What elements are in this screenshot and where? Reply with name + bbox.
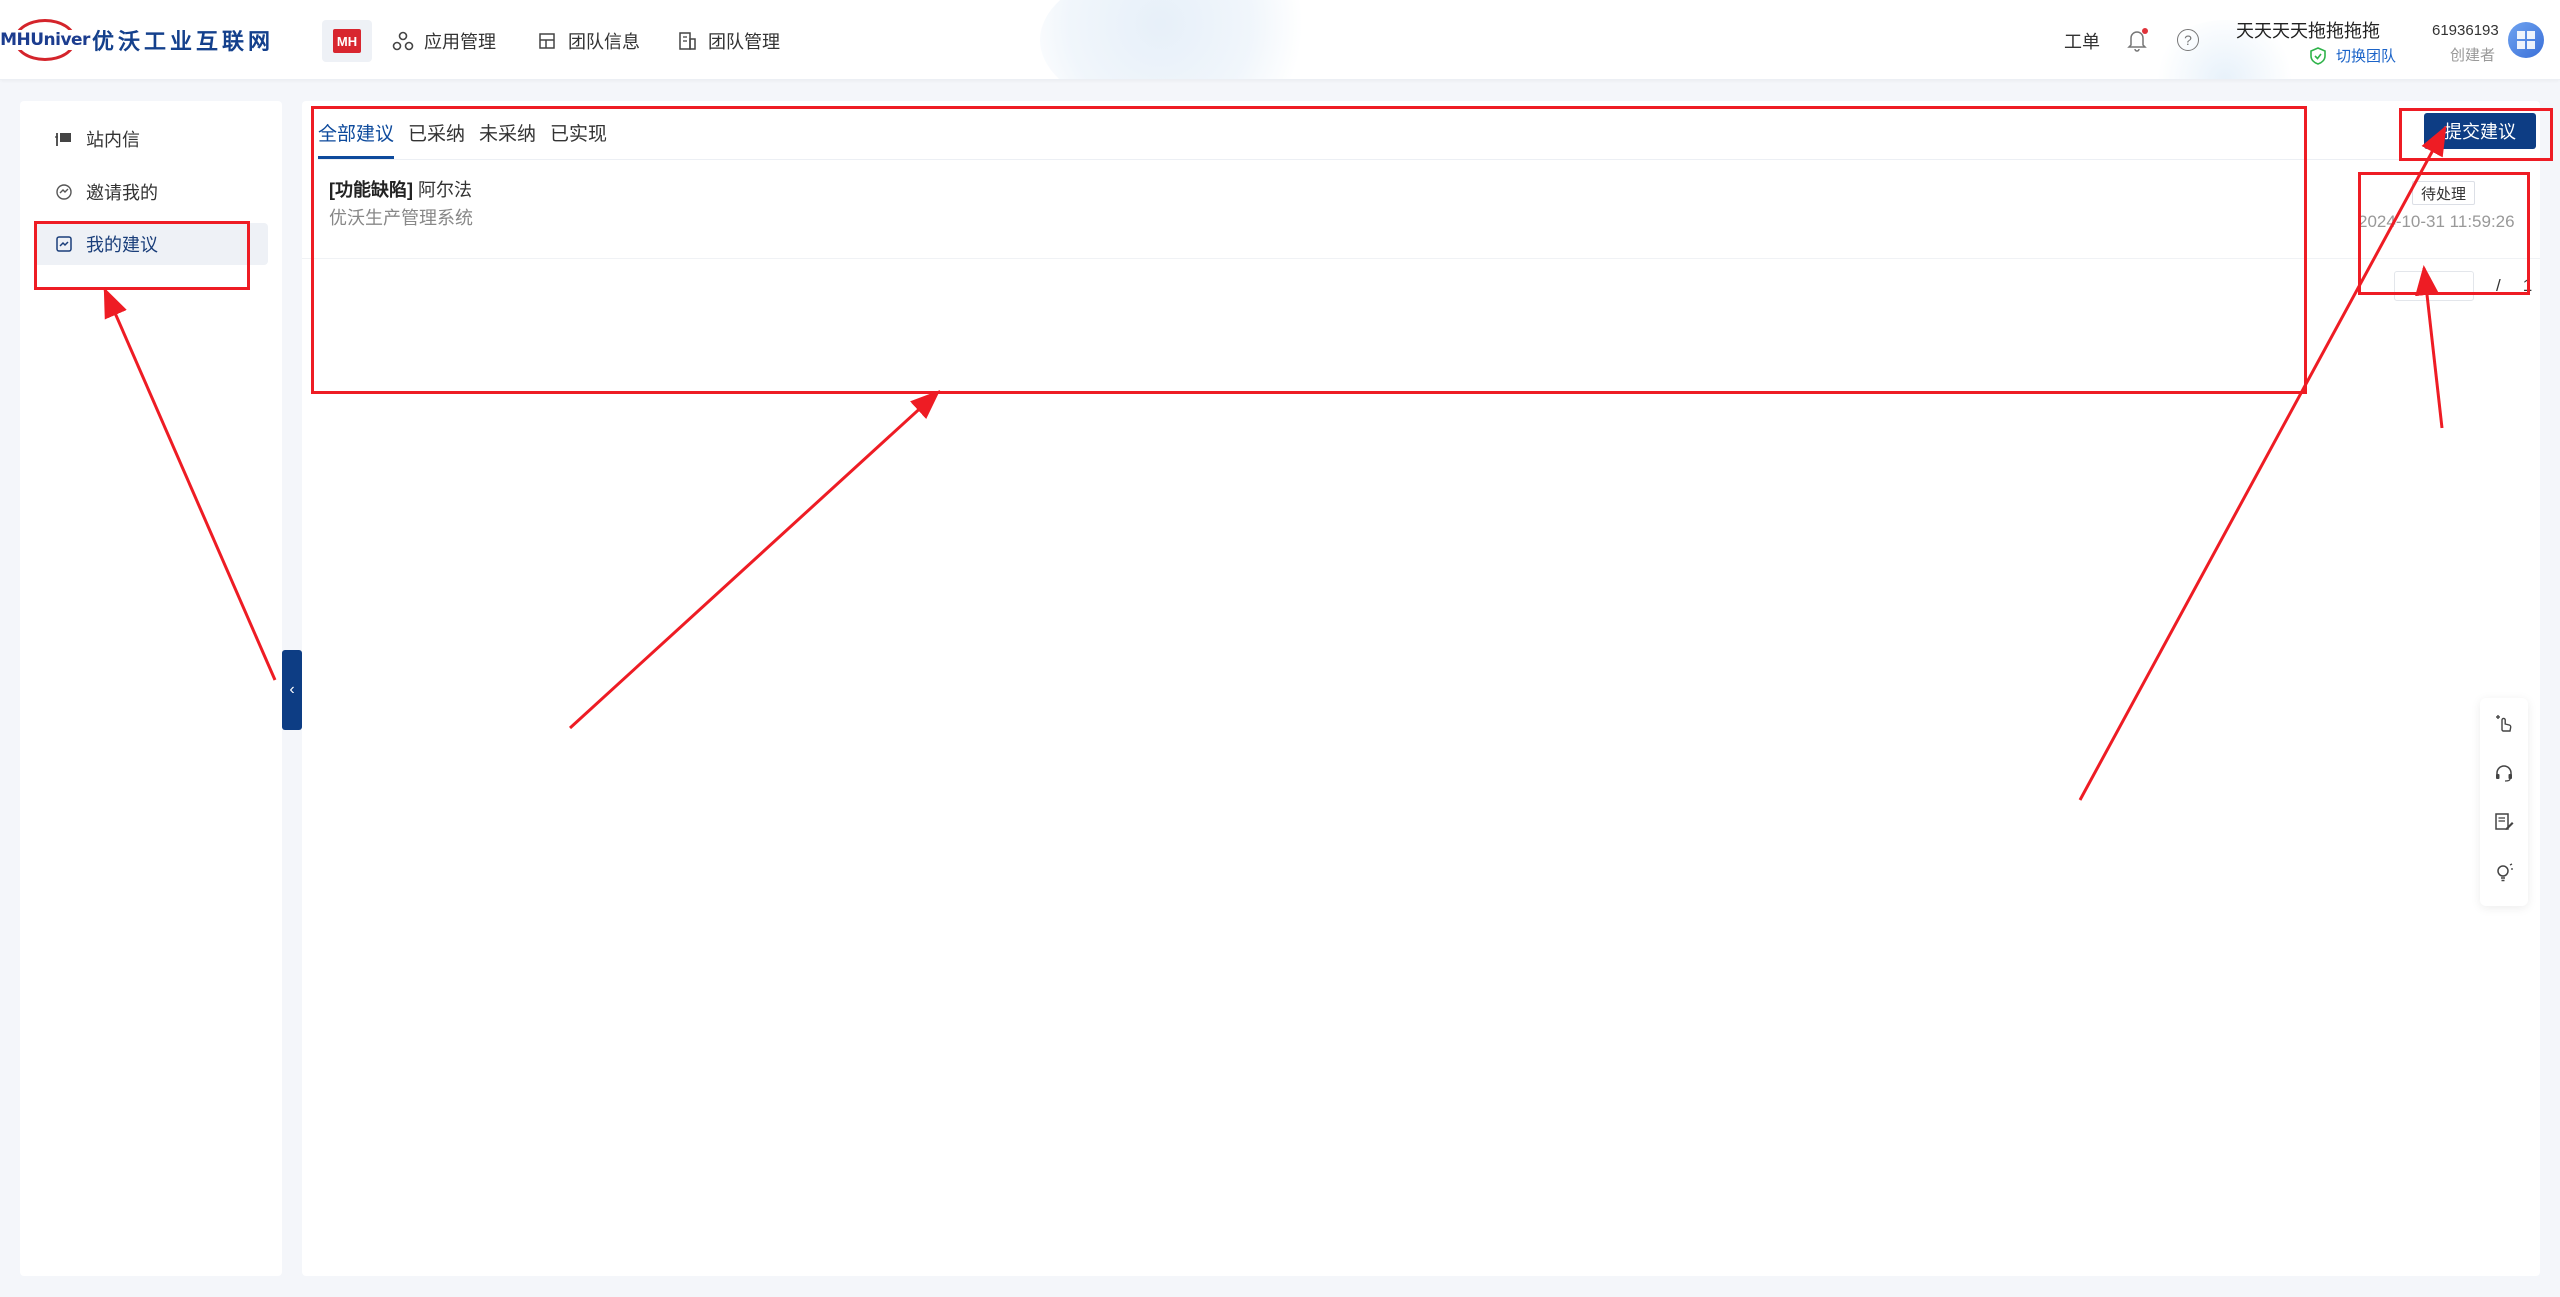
headset-icon[interactable]: [2488, 758, 2520, 789]
sidebar-collapse-button[interactable]: ‹: [282, 650, 302, 730]
sidebar: 站内信 邀请我的 我的建议: [20, 101, 282, 1276]
submit-suggestion-button[interactable]: 提交建议: [2424, 113, 2536, 149]
building-icon: [676, 30, 698, 52]
help-icon[interactable]: ?: [2177, 29, 2199, 51]
page-input[interactable]: 1: [2394, 271, 2474, 301]
nav-app-management-label: 应用管理: [424, 32, 496, 52]
tab-all-suggestions[interactable]: 全部建议: [318, 115, 395, 159]
apps-icon: [392, 30, 414, 52]
user-id: 61936193: [2432, 22, 2499, 39]
invite-icon: [54, 182, 74, 202]
tabs-divider: [318, 159, 2508, 160]
suggestion-icon: [54, 234, 74, 254]
nav-team-info[interactable]: 团队信息: [536, 26, 640, 56]
sidebar-item-messages[interactable]: 站内信: [34, 118, 268, 160]
tab-adopted[interactable]: 已采纳: [408, 115, 465, 159]
logo[interactable]: MHUniver 优沃工业互联网: [0, 18, 275, 62]
team-info-icon: [536, 30, 558, 52]
pagination: 1 / 1: [2394, 271, 2532, 301]
suggestion-tag: [功能缺陷]: [329, 180, 413, 200]
header-decoration: [1040, 0, 1340, 79]
touch-icon[interactable]: [2488, 708, 2520, 739]
logo-text: MHUniver: [0, 30, 92, 50]
team-name: 天天天天拖拖拖拖: [2236, 21, 2380, 41]
sidebar-item-my-suggestions-label: 我的建议: [86, 235, 158, 255]
notification-bell-icon[interactable]: [2126, 28, 2148, 52]
page-separator: /: [2496, 276, 2501, 295]
work-order-link[interactable]: 工单: [2064, 28, 2100, 54]
switch-team-label: 切换团队: [2336, 48, 2397, 65]
status-badge: 待处理: [2412, 181, 2476, 205]
avatar-grid-icon: [2517, 31, 2535, 49]
suggestion-system: 优沃生产管理系统: [329, 208, 473, 228]
nav-team-management-label: 团队管理: [708, 32, 780, 52]
app-badge-icon: MH: [333, 29, 361, 53]
suggestion-time: 2024-10-31 11:59:26: [2358, 212, 2515, 231]
suggestion-title-text: 阿尔法: [418, 180, 473, 200]
avatar[interactable]: [2508, 22, 2544, 58]
brand-name: 优沃工业互联网: [92, 29, 275, 54]
suggestion-title: [功能缺陷] 阿尔法: [329, 176, 472, 202]
sidebar-item-invitations[interactable]: 邀请我的: [34, 171, 268, 213]
switch-team-button[interactable]: 切换团队: [2310, 45, 2396, 66]
suggestion-tabs: 全部建议 已采纳 未采纳 已实现: [318, 115, 621, 159]
suggestion-list-item[interactable]: [功能缺陷] 阿尔法 优沃生产管理系统 待处理 2024-10-31 11:59…: [302, 161, 2540, 259]
sidebar-item-messages-label: 站内信: [86, 130, 140, 150]
app-switch-button[interactable]: MH: [322, 20, 372, 62]
sidebar-item-invitations-label: 邀请我的: [86, 183, 158, 203]
message-flag-icon: [54, 129, 74, 149]
bulb-icon[interactable]: [2488, 857, 2520, 888]
nav-team-info-label: 团队信息: [568, 32, 640, 52]
page-total: 1: [2522, 276, 2533, 295]
edit-icon[interactable]: [2488, 807, 2520, 838]
floating-toolbar: [2480, 698, 2528, 906]
shield-icon: [2310, 46, 2326, 65]
chevron-left-icon: ‹: [289, 681, 295, 698]
main-panel: 全部建议 已采纳 未采纳 已实现 提交建议 [功能缺陷] 阿尔法 优沃生产管理系…: [302, 101, 2540, 1276]
tab-implemented[interactable]: 已实现: [550, 115, 607, 159]
sidebar-item-my-suggestions[interactable]: 我的建议: [34, 223, 268, 265]
notification-dot: [2142, 28, 2148, 34]
user-role: 创建者: [2450, 47, 2496, 64]
top-header: MHUniver 优沃工业互联网 MH 应用管理 团队信息 团队管理 工单 ? …: [0, 0, 2560, 80]
tab-not-adopted[interactable]: 未采纳: [479, 115, 536, 159]
nav-app-management[interactable]: 应用管理: [392, 26, 496, 56]
nav-team-management[interactable]: 团队管理: [676, 26, 780, 56]
logo-mark-icon: MHUniver: [0, 19, 92, 61]
